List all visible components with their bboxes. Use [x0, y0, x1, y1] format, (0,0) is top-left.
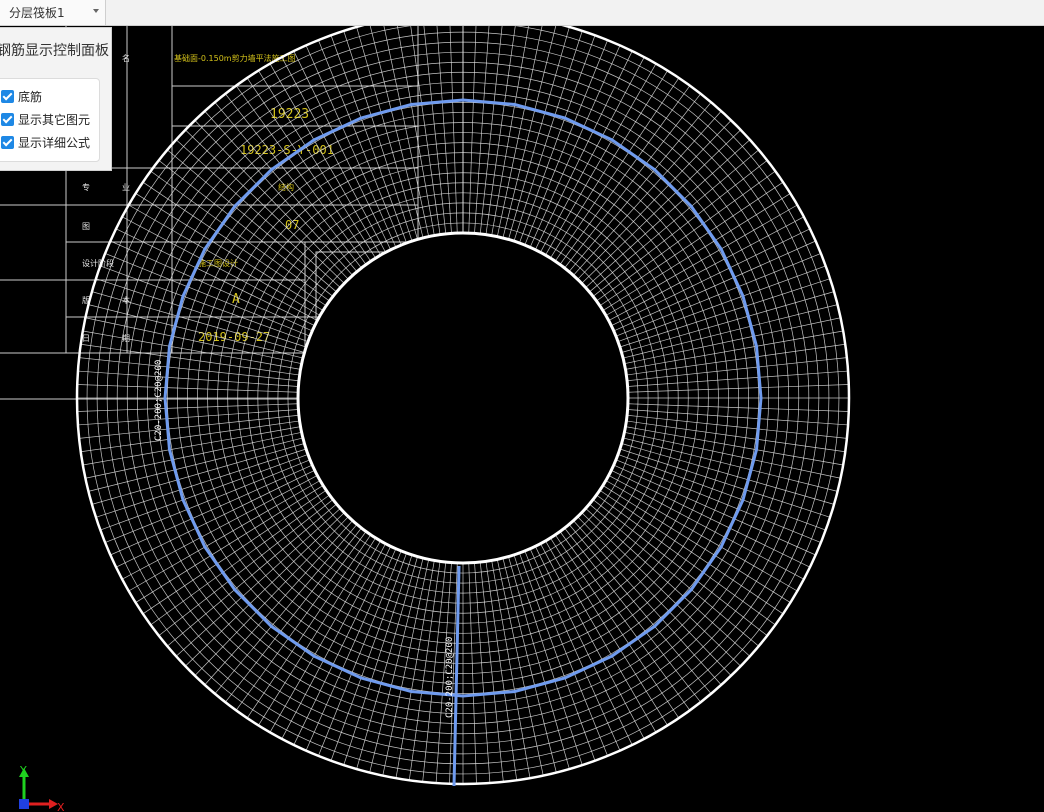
layer-select-value: 分层筏板1	[9, 6, 65, 20]
grid-spoke	[479, 26, 503, 234]
cad-canvas[interactable]: 基础面-0.150m剪力墙平法施工图1922319223-S-Y-001结构07…	[0, 26, 1044, 812]
title-block-label: 专	[82, 182, 90, 192]
title-block-text: 07	[285, 218, 299, 232]
grid-spoke	[496, 26, 543, 237]
checkbox-show-other-elements[interactable]	[1, 112, 14, 126]
inner-hole	[296, 231, 630, 565]
checkbox-bottom-rebar[interactable]	[1, 89, 14, 103]
grid-spoke	[436, 26, 452, 234]
title-block-label: 图	[82, 222, 90, 231]
title-block-text: 基础面-0.150m剪力墙平法施工图	[174, 53, 296, 63]
raft-grid	[75, 26, 851, 786]
option-show-detailed-formula[interactable]: 显示详细公式	[1, 133, 90, 151]
title-block-label: 名	[122, 53, 130, 63]
rebar-label: C20-200;C20@200	[154, 360, 164, 441]
title-block-label: 设计阶段	[82, 258, 114, 268]
title-block-label: 本	[122, 295, 130, 305]
grid-spoke	[423, 26, 447, 234]
panel-title: 钢筋显示控制面板	[0, 43, 109, 59]
chevron-down-icon	[93, 9, 99, 13]
axis-y-label: Y	[19, 764, 27, 777]
top-toolbar: 分层筏板1	[0, 0, 1044, 26]
option-show-other-elements[interactable]: 显示其它图元	[1, 110, 90, 128]
rebar-label: C20-200;C20@200	[445, 637, 455, 718]
title-block-text: 施工图设计	[198, 258, 238, 268]
grid-spoke	[468, 26, 477, 234]
grid-spoke	[410, 26, 441, 235]
title-block-label: 业	[122, 182, 130, 192]
axis-x-label: X	[57, 801, 65, 812]
grid-spoke	[474, 26, 490, 234]
option-bottom-rebar[interactable]: 底筋	[1, 87, 42, 105]
grid-spoke	[449, 26, 458, 234]
ucs-axis-icon: Y X	[19, 764, 65, 812]
checkbox-show-detailed-formula[interactable]	[1, 135, 14, 149]
panel-options: 底筋 显示其它图元 显示详细公式	[0, 78, 100, 162]
option-label: 底筋	[18, 89, 43, 104]
rebar-display-panel: 钢筋显示控制面板 底筋 显示其它图元 显示详细公式	[0, 27, 112, 171]
grid-spoke	[485, 26, 516, 235]
option-label: 显示详细公式	[18, 135, 91, 150]
option-label: 显示其它图元	[18, 112, 91, 127]
layer-select[interactable]: 分层筏板1	[0, 0, 106, 25]
